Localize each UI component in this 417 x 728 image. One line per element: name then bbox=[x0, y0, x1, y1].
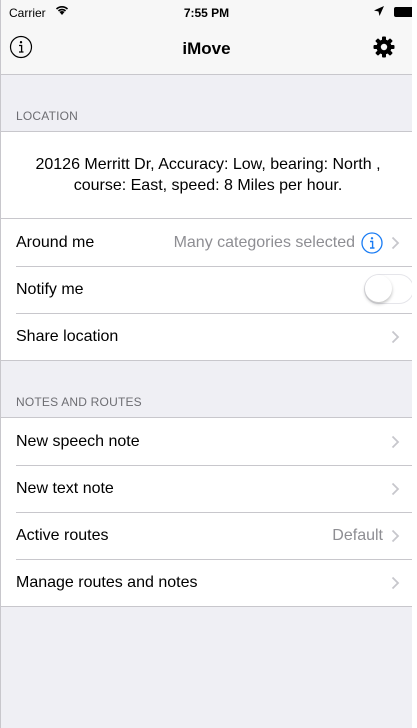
navigation-bar: iMove bbox=[1, 26, 412, 75]
chevron-right-icon bbox=[391, 482, 400, 495]
share-location-row[interactable]: Share location bbox=[1, 313, 412, 360]
notes-section-header: NOTES AND ROUTES bbox=[16, 395, 142, 409]
app-screen: Carrier 7:55 PM iMove LOCATION 20126 Mer… bbox=[0, 0, 412, 728]
active-routes-row[interactable]: Active routes Default bbox=[1, 512, 412, 559]
around-me-detail: Many categories selected bbox=[173, 233, 355, 251]
chevron-right-icon bbox=[391, 435, 400, 448]
share-location-label: Share location bbox=[16, 327, 119, 345]
new-speech-note-row[interactable]: New speech note bbox=[1, 418, 412, 465]
chevron-right-icon bbox=[391, 529, 400, 542]
toggle-knob bbox=[365, 275, 392, 302]
notify-me-row: Notify me bbox=[1, 266, 412, 313]
chevron-right-icon bbox=[391, 236, 400, 249]
around-me-row[interactable]: Around me Many categories selected bbox=[1, 219, 412, 266]
location-section-header: LOCATION bbox=[16, 109, 79, 123]
location-arrow-icon bbox=[374, 6, 384, 16]
page-title: iMove bbox=[182, 39, 231, 58]
notes-group: New speech note New text note Active rou… bbox=[1, 417, 412, 607]
chevron-right-icon bbox=[391, 330, 400, 343]
location-group: 20126 Merritt Dr, Accuracy: Low, bearing… bbox=[1, 131, 412, 361]
notify-me-toggle[interactable] bbox=[364, 274, 412, 304]
new-speech-note-label: New speech note bbox=[16, 432, 140, 450]
info-accessory-icon[interactable] bbox=[361, 231, 383, 254]
manage-routes-label: Manage routes and notes bbox=[16, 573, 198, 591]
active-routes-detail: Default bbox=[332, 526, 383, 544]
chevron-right-icon bbox=[391, 576, 400, 589]
new-text-note-row[interactable]: New text note bbox=[1, 465, 412, 512]
around-me-label: Around me bbox=[16, 233, 95, 251]
manage-routes-row[interactable]: Manage routes and notes bbox=[1, 559, 412, 606]
status-time: 7:55 PM bbox=[183, 6, 230, 20]
location-address: 20126 Merritt Dr, Accuracy: Low, bearing… bbox=[1, 132, 412, 219]
new-text-note-label: New text note bbox=[16, 479, 114, 497]
gear-icon[interactable] bbox=[372, 35, 396, 59]
notify-me-label: Notify me bbox=[16, 280, 84, 298]
status-bar: Carrier 7:55 PM bbox=[1, 0, 412, 26]
battery-icon bbox=[394, 7, 412, 17]
active-routes-label: Active routes bbox=[16, 526, 109, 544]
